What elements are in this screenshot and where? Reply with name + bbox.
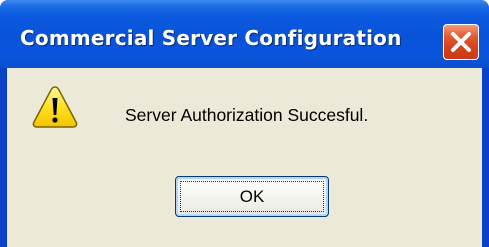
window-title: Commercial Server Configuration xyxy=(20,26,402,50)
dialog-message: Server Authorization Succesful. xyxy=(125,105,369,125)
dialog-body: Server Authorization Succesful. OK xyxy=(7,68,482,247)
title-bar[interactable]: Commercial Server Configuration xyxy=(0,0,489,68)
close-button[interactable] xyxy=(443,24,479,60)
close-icon xyxy=(451,32,471,52)
ok-button-label: OK xyxy=(239,186,265,206)
dialog-window: Commercial Server Configuration Server A… xyxy=(0,0,489,247)
ok-button[interactable]: OK xyxy=(175,176,329,217)
warning-icon xyxy=(32,86,78,128)
